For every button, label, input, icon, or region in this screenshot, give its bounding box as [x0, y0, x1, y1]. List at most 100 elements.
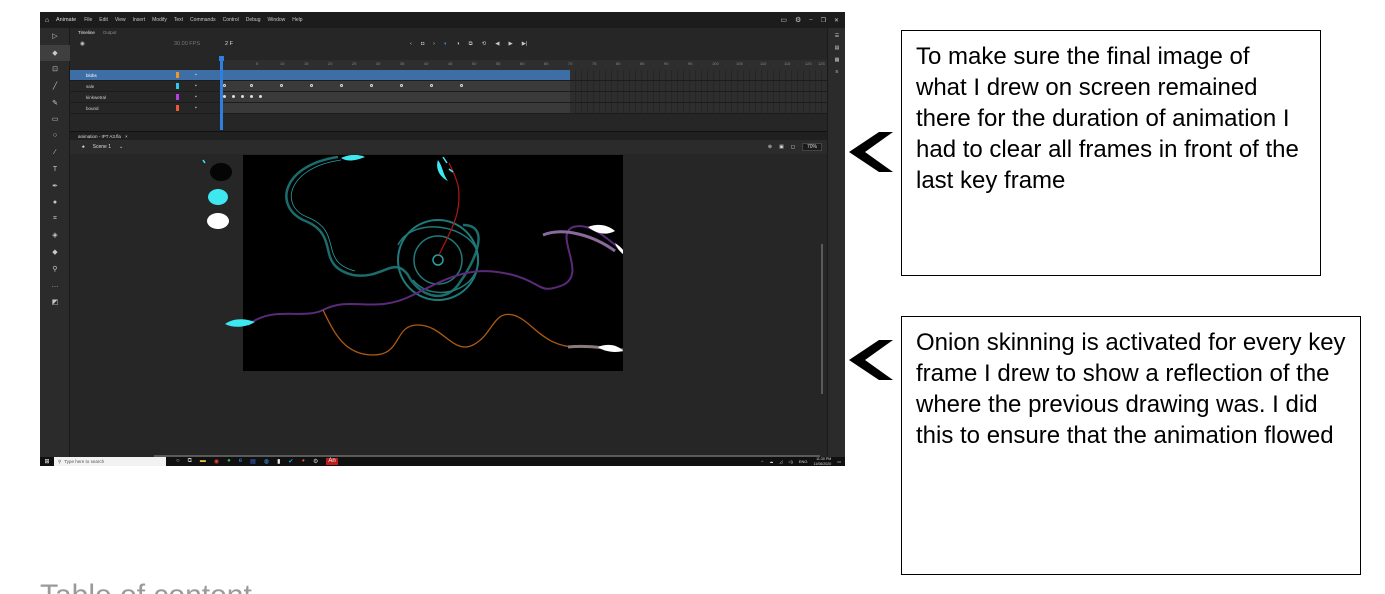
restore-icon[interactable]: ❐ [821, 17, 826, 24]
paint-brush-icon[interactable]: ✎ [40, 94, 70, 111]
frame-readout[interactable]: 2 F [225, 41, 233, 47]
volume-icon[interactable]: ◁) [788, 459, 792, 464]
menu-modify[interactable]: Modify [152, 17, 167, 23]
layer-frames[interactable] [220, 103, 570, 113]
close-tab-icon[interactable]: × [125, 134, 128, 139]
keyframe[interactable] [340, 84, 343, 87]
loop-icon[interactable]: ⟲ [482, 41, 487, 48]
align-icon[interactable]: ≡ [828, 67, 845, 76]
keyframe[interactable] [460, 84, 463, 87]
keyframe[interactable] [259, 95, 262, 98]
zoom-icon[interactable]: ⚲ [40, 260, 70, 277]
layer-row[interactable]: blobs ▪ [70, 70, 827, 81]
layer-name[interactable]: blobs [86, 73, 97, 78]
settings-icon[interactable]: ⚙ [313, 458, 318, 465]
center-stage-icon[interactable]: ⊕ [768, 144, 772, 150]
insert-keyframe-icon[interactable]: ◘ [421, 41, 424, 48]
layer-frames[interactable] [220, 70, 570, 80]
empty-frames[interactable] [570, 81, 827, 91]
pen-tool-icon[interactable]: ✒ [40, 177, 70, 194]
menu-commands[interactable]: Commands [190, 17, 216, 23]
layer-frames[interactable] [220, 81, 570, 91]
menu-debug[interactable]: Debug [246, 17, 261, 23]
asset-warp-icon[interactable]: ⌗ [40, 211, 70, 228]
onion-outline-icon[interactable]: ◑ [456, 41, 459, 48]
menu-view[interactable]: View [115, 17, 126, 23]
minimize-icon[interactable]: – [809, 17, 812, 23]
tab-timeline[interactable]: Timeline [78, 30, 95, 35]
prev-keyframe-icon[interactable]: ‹ [410, 41, 412, 48]
layer-row[interactable]: kinkwetral ▪ [70, 92, 827, 103]
mail-icon[interactable]: ▤ [250, 458, 256, 465]
language-indicator[interactable]: ENG [799, 459, 808, 464]
layer-name[interactable]: kinkwetral [86, 95, 106, 100]
checkmark-app-icon[interactable]: ✔ [288, 458, 293, 465]
keyframe[interactable] [430, 84, 433, 87]
properties-icon[interactable]: ☰ [828, 31, 845, 40]
gear-icon[interactable]: ⚙ [795, 16, 801, 24]
vertical-scrollbar[interactable] [821, 244, 823, 394]
app-icon[interactable]: ◍ [264, 458, 269, 465]
lock-icon[interactable]: ▪ [195, 94, 197, 100]
camera-icon[interactable]: ◉ [80, 41, 85, 47]
layer-name[interactable]: bound [86, 106, 99, 111]
lock-icon[interactable]: ▪ [195, 72, 197, 78]
fps-readout[interactable]: 30.00 FPS [174, 41, 200, 47]
spotify-icon[interactable]: ● [227, 458, 231, 465]
menu-control[interactable]: Control [223, 17, 239, 23]
keyframe[interactable] [232, 95, 235, 98]
animate-app-icon[interactable]: An [326, 458, 338, 465]
rectangle-tool-icon[interactable]: ▭ [40, 111, 70, 128]
clip-icon[interactable]: ▣ [779, 144, 784, 150]
zoom-field[interactable]: 70% [801, 143, 822, 151]
next-keyframe-icon[interactable]: › [433, 41, 435, 48]
cyan-swatch[interactable] [208, 189, 228, 205]
keyframe[interactable] [370, 84, 373, 87]
menu-text[interactable]: Text [174, 17, 183, 23]
empty-frames[interactable] [570, 70, 827, 80]
chevron-down-icon[interactable]: ⌄ [119, 144, 123, 150]
document-tab[interactable]: animation - IPT A3.fla [78, 134, 121, 139]
tab-output[interactable]: Output [103, 30, 117, 35]
play-icon[interactable]: ▶ [508, 41, 512, 48]
lock-icon[interactable]: ▪ [195, 105, 197, 111]
brush-tool-icon[interactable]: ╱ [40, 78, 70, 95]
white-swatch[interactable] [207, 213, 229, 229]
workspace-icon[interactable]: ▭ [780, 16, 787, 24]
keyframe[interactable] [250, 95, 253, 98]
line-tool-icon[interactable]: ∕ [40, 144, 70, 161]
assets-icon[interactable]: ▦ [828, 55, 845, 64]
tray-arrow-icon[interactable]: ^ [761, 459, 763, 464]
library-icon[interactable]: ▤ [828, 43, 845, 52]
paint-bucket-icon[interactable]: ◈ [40, 227, 70, 244]
menu-insert[interactable]: Insert [133, 17, 146, 23]
chrome-icon[interactable]: ◉ [214, 458, 219, 465]
close-icon[interactable]: ✕ [834, 17, 839, 24]
notification-icon[interactable]: ▭ [837, 459, 841, 464]
menu-window[interactable]: Window [267, 17, 285, 23]
clock[interactable]: 11:30 PM 11/06/2020 [813, 457, 831, 466]
onedrive-icon[interactable]: ☁ [769, 459, 773, 464]
keyframe[interactable] [310, 84, 313, 87]
bone-tool-icon[interactable]: ● [40, 194, 70, 211]
keyframe[interactable] [280, 84, 283, 87]
stroke-fill-icon[interactable]: ◩ [40, 294, 70, 311]
cortana-icon[interactable]: ○ [176, 458, 180, 465]
frame-ruler[interactable]: 5 10 15 20 25 30 35 40 45 50 55 60 65 70… [220, 60, 827, 70]
document-icon[interactable]: ▮ [277, 458, 280, 465]
home-icon[interactable]: ⌂ [40, 17, 54, 24]
keyframe[interactable] [223, 84, 226, 87]
taskbar-search[interactable]: ⚲ Type here to search [54, 457, 166, 466]
scene-label[interactable]: Scene 1 [93, 144, 111, 150]
file-explorer-icon[interactable]: ▬ [200, 458, 206, 465]
text-tool-icon[interactable]: T [40, 161, 70, 178]
more-tools-icon[interactable]: … [40, 277, 70, 294]
selection-tool-icon[interactable]: ▷ [40, 28, 70, 45]
step-forward-icon[interactable]: ▶| [522, 41, 528, 48]
menu-edit[interactable]: Edit [99, 17, 108, 23]
keyframe[interactable] [400, 84, 403, 87]
layer-row[interactable]: bound ▪ [70, 103, 827, 114]
keyframe[interactable] [223, 95, 226, 98]
task-view-icon[interactable]: ⧉ [188, 458, 192, 465]
black-swatch[interactable] [210, 163, 232, 181]
